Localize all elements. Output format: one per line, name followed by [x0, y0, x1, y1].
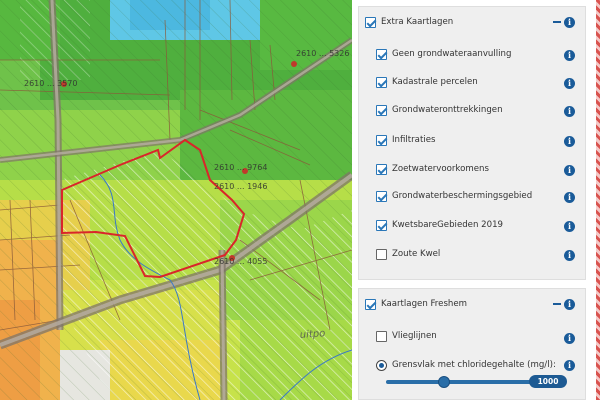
- layer-checkbox[interactable]: [376, 248, 387, 260]
- layer-label: Grondwateronttrekkingen: [392, 105, 503, 115]
- layer-label: Infiltraties: [392, 135, 436, 145]
- freshem-layers-panel: Kaartlagen Freshem i Vlieglijnen i Grens…: [358, 288, 586, 400]
- well-marker[interactable]: [291, 61, 297, 67]
- layer-row-vlieglijnen[interactable]: Vlieglijnen: [376, 329, 576, 343]
- layer-label: Vlieglijnen: [392, 331, 437, 341]
- info-icon[interactable]: i: [564, 78, 575, 89]
- layer-label: Kadastrale percelen: [392, 77, 478, 87]
- layer-label: Geen grondwateraanvulling: [392, 49, 512, 59]
- info-icon[interactable]: i: [564, 106, 575, 117]
- info-icon[interactable]: i: [564, 192, 575, 203]
- panel-edge-stripe: [596, 0, 600, 400]
- layer-checkbox[interactable]: [376, 190, 387, 202]
- layer-checkbox[interactable]: [376, 134, 387, 146]
- info-icon[interactable]: i: [564, 165, 575, 176]
- layer-checkbox[interactable]: [376, 48, 387, 60]
- info-icon[interactable]: i: [564, 221, 575, 232]
- layer-label: KwetsbareGebieden 2019: [392, 220, 504, 230]
- layer-row-kwetsbaregebieden[interactable]: KwetsbareGebieden 2019: [376, 218, 576, 232]
- minus-icon[interactable]: [553, 21, 561, 23]
- layer-row-geen-grondwateraanvulling[interactable]: Geen grondwateraanvulling: [376, 47, 576, 61]
- info-icon[interactable]: i: [564, 136, 575, 147]
- slider-handle[interactable]: [437, 376, 450, 388]
- info-icon[interactable]: i: [564, 250, 575, 261]
- info-icon[interactable]: i: [564, 333, 575, 344]
- extra-layers-title: Extra Kaartlagen: [381, 17, 454, 27]
- chloride-slider[interactable]: [386, 376, 538, 388]
- parcel-label: 2610 ... 1946: [214, 182, 267, 191]
- layer-checkbox[interactable]: [376, 330, 387, 342]
- layer-row-zoute-kwel[interactable]: Zoute Kwel: [376, 247, 576, 261]
- place-label: uitpo: [299, 328, 325, 341]
- freshem-layers-header[interactable]: Kaartlagen Freshem: [365, 297, 467, 311]
- freshem-layers-title: Kaartlagen Freshem: [381, 299, 468, 309]
- slider-value: 1000: [529, 375, 567, 388]
- layer-label: Zoute Kwel: [392, 249, 441, 259]
- layer-row-grondwaterbeschermingsgebied[interactable]: Grondwaterbeschermingsgebied: [376, 189, 576, 203]
- parcel-label: 2610 ... 5326: [296, 49, 349, 58]
- info-icon[interactable]: i: [564, 17, 575, 28]
- layer-label: Grondwaterbeschermingsgebied: [392, 191, 533, 201]
- parcel-label: 2610 ... 4055: [214, 257, 267, 266]
- layer-row-zoetwatervoorkomens[interactable]: Zoetwatervoorkomens: [376, 162, 576, 176]
- extra-layers-panel: Extra Kaartlagen i Geen grondwateraanvul…: [358, 6, 586, 280]
- info-icon[interactable]: i: [564, 50, 575, 61]
- layer-radio[interactable]: [376, 359, 387, 371]
- parcel-label: 2610 ... 9764: [214, 163, 267, 172]
- info-icon[interactable]: i: [564, 299, 575, 310]
- layer-label: Zoetwatervoorkomens: [392, 164, 489, 174]
- info-icon[interactable]: i: [564, 360, 575, 371]
- layer-panel: Extra Kaartlagen i Geen grondwateraanvul…: [352, 0, 600, 400]
- layer-label: Grensvlak met chloridegehalte (mg/l):: [392, 360, 556, 370]
- map-canvas[interactable]: 2610 ... 3570 2610 ... 5326 2610 ... 976…: [0, 0, 352, 400]
- layer-checkbox[interactable]: [376, 76, 387, 88]
- parcel-label: 2610 ... 3570: [24, 79, 77, 88]
- extra-layers-checkbox[interactable]: [365, 16, 376, 28]
- layer-checkbox[interactable]: [376, 219, 387, 231]
- layer-checkbox[interactable]: [376, 104, 387, 116]
- layer-row-infiltraties[interactable]: Infiltraties: [376, 133, 576, 147]
- minus-icon[interactable]: [553, 303, 561, 305]
- layer-row-kadastrale-percelen[interactable]: Kadastrale percelen: [376, 75, 576, 89]
- layer-checkbox[interactable]: [376, 163, 387, 175]
- layer-row-grensvlak[interactable]: Grensvlak met chloridegehalte (mg/l):: [376, 358, 576, 372]
- freshem-layers-checkbox[interactable]: [365, 298, 376, 310]
- layer-row-grondwateronttrekkingen[interactable]: Grondwateronttrekkingen: [376, 103, 576, 117]
- extra-layers-header[interactable]: Extra Kaartlagen: [365, 15, 453, 29]
- map-view[interactable]: 2610 ... 3570 2610 ... 5326 2610 ... 976…: [0, 0, 352, 400]
